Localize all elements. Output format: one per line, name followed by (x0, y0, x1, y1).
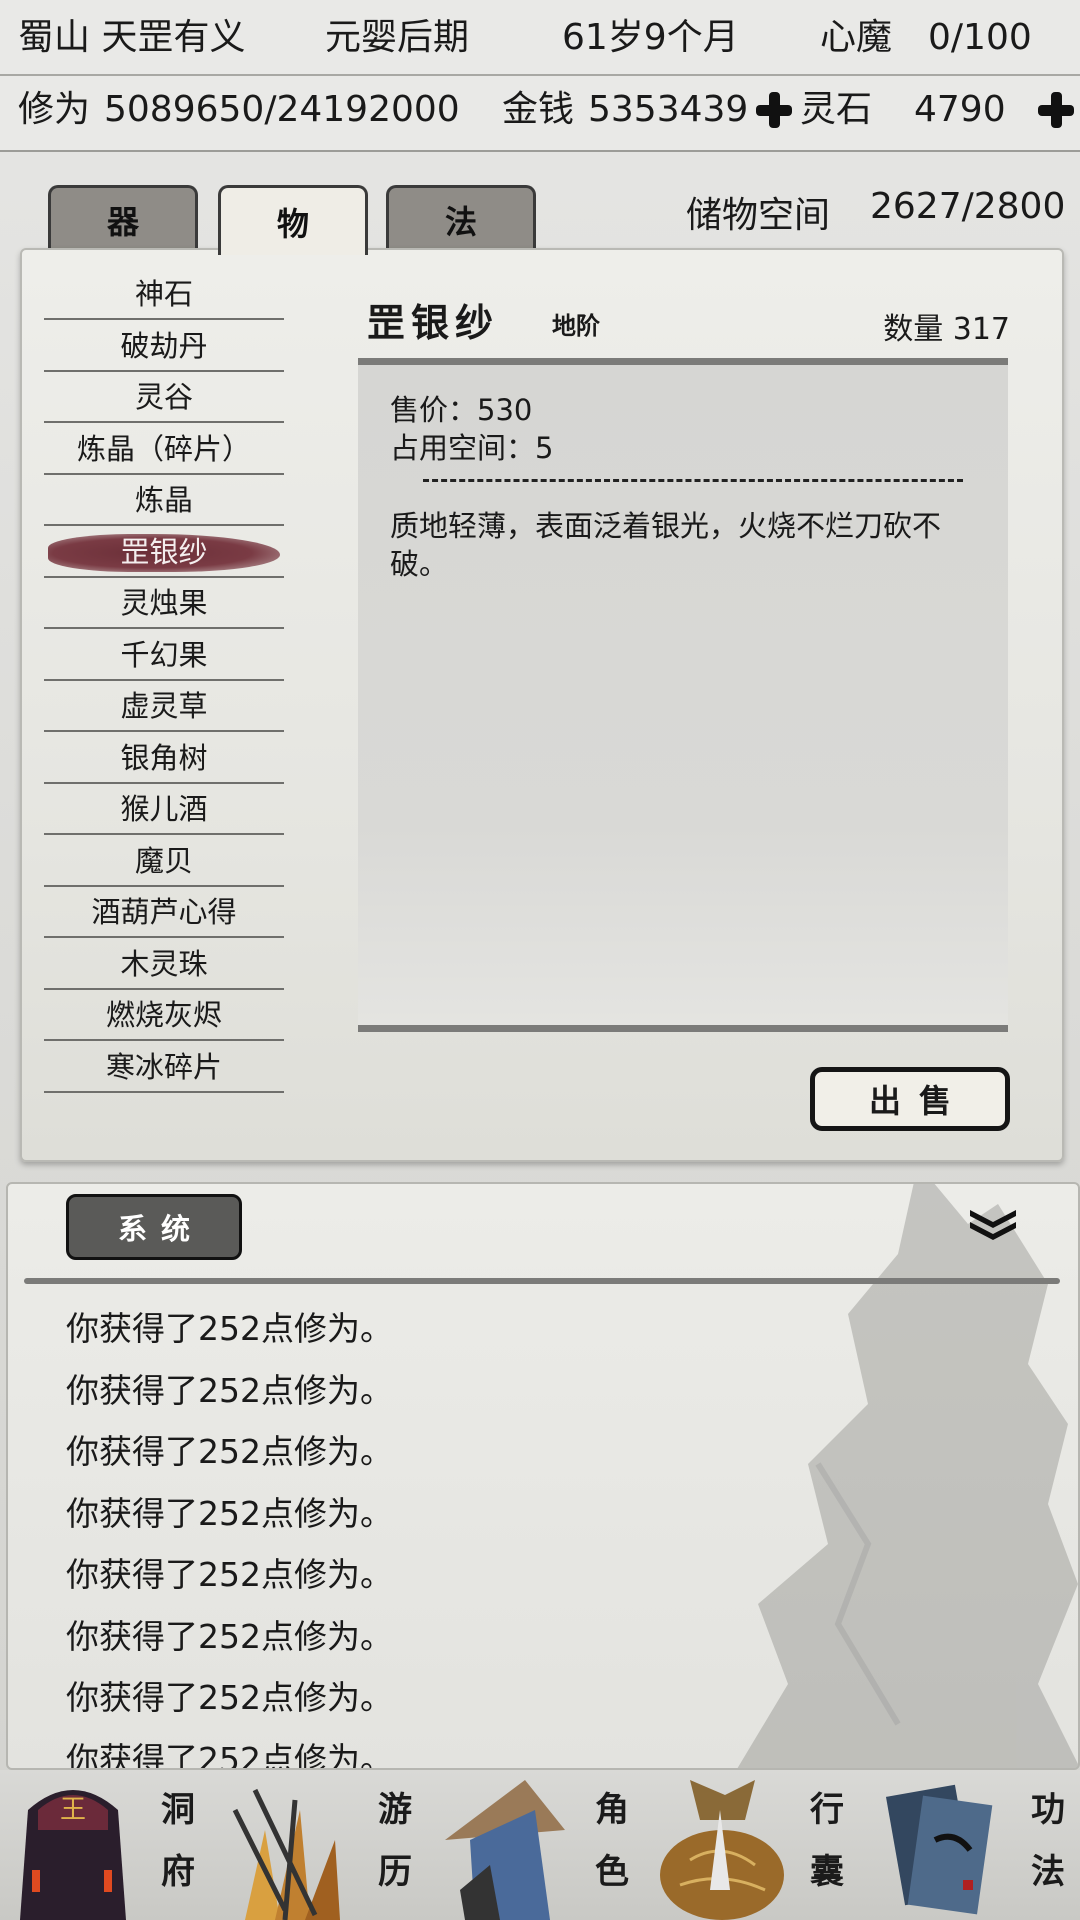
item-list: 神石破劫丹灵谷炼晶（碎片） 炼晶罡银纱灵烛果千幻果虚灵草银角树猴儿酒魔贝酒葫芦心得… (44, 270, 284, 1094)
item-label: 银角树 (120, 740, 208, 775)
item-list-entry[interactable]: 酒葫芦心得 (44, 888, 284, 938)
technique-book-icon (885, 1784, 993, 1915)
item-name: 罡银纱 (367, 300, 500, 345)
log-line: 你获得了252点修为。 (66, 1555, 393, 1594)
money-label: 金钱 (502, 89, 575, 130)
cave-mansion-icon: 王 (20, 1790, 126, 1920)
item-list-entry[interactable]: 炼晶 (44, 476, 284, 526)
item-detail-box: 售价：530 占用空间：5 质地轻薄，表面泛着银光，火烧不烂刀砍不破。 (358, 358, 1008, 1032)
status-bar: 蜀山 天罡有义 元婴后期 61岁9个月 心魔 0/100 修为 5089650/… (0, 0, 1080, 152)
item-label: 炼晶 (134, 483, 193, 517)
storage-value: 2627/2800 (870, 186, 1066, 227)
item-list-entry[interactable]: 神石 (44, 270, 284, 320)
log-line: 你获得了252点修为。 (66, 1616, 393, 1656)
item-list-entry-selected[interactable]: 罡银纱 (44, 528, 284, 578)
item-list-entry[interactable]: 魔贝 (44, 837, 284, 887)
nav-cave-mansion[interactable]: 王 洞 府 (0, 1770, 215, 1920)
item-label: 破劫丹 (120, 328, 208, 363)
cultivation-label: 修为 (18, 89, 91, 130)
nav-label-top: 角 (595, 1790, 629, 1830)
collapse-chevron-icon[interactable] (968, 1206, 1018, 1242)
log-line: 你获得了252点修为。 (66, 1309, 393, 1348)
item-list-entry[interactable]: 虚灵草 (44, 682, 284, 732)
bottom-nav: 王 洞 府 游 历 角 色 行 囊 功 法 (0, 1770, 1080, 1920)
nav-label-bottom: 府 (161, 1852, 195, 1892)
item-label: 罡银纱 (120, 534, 208, 569)
location-text: 蜀山 天罡有义 (18, 17, 246, 58)
log-line: 你获得了252点修为。 (66, 1739, 393, 1770)
system-log-panel: 系统 你获得了252点修为。 你获得了252点修为。 你获得了252点修为。 你获得了… (6, 1182, 1080, 1770)
item-list-entry[interactable]: 炼晶（碎片） (44, 425, 284, 475)
tab-techniques[interactable]: 法 (386, 185, 536, 251)
item-list-entry[interactable]: 木灵珠 (44, 940, 284, 990)
item-price: 售价：530 (390, 393, 533, 427)
nav-techniques[interactable]: 功 法 (860, 1770, 1080, 1920)
tab-equipment[interactable]: 器 (48, 185, 198, 251)
item-quantity: 数量 317 (883, 312, 1010, 347)
travel-icon (232, 1788, 340, 1920)
nav-character[interactable]: 角 色 (430, 1770, 645, 1920)
inventory-panel: 神石 破劫丹 灵谷 炼晶（碎片） 炼晶 罡银纱 灵烛果 千幻果 虚灵草 银角树 猴儿酒 魔贝 酒葫芦心得… (20, 248, 1064, 1162)
item-list-entry[interactable]: 灵烛果 (44, 579, 284, 629)
realm-text: 元婴后期 (325, 17, 470, 58)
tab-items[interactable]: 物 (218, 185, 368, 255)
nav-bag[interactable]: 行 囊 (645, 1770, 860, 1920)
spirit-stone-value: 4790 (914, 89, 1006, 130)
item-list-entry[interactable]: 寒冰碎片 (44, 1043, 284, 1093)
item-label: 寒冰碎片 (105, 1049, 222, 1084)
item-list-entry[interactable]: 灵谷 (44, 373, 284, 423)
item-list-entry[interactable]: 千幻果 (44, 631, 284, 681)
item-label: 灵烛果 (120, 586, 208, 620)
sell-button[interactable]: 出售 (810, 1067, 1010, 1131)
item-label: 虚灵草 (120, 689, 208, 723)
log-line: 你获得了252点修为。 (66, 1370, 393, 1410)
bag-icon (660, 1780, 784, 1920)
item-list-entry[interactable]: 燃烧灰烬 (44, 991, 284, 1041)
log-line: 你获得了252点修为。 (66, 1493, 393, 1533)
heart-demon-label: 心魔 (820, 17, 893, 58)
item-list-entry[interactable]: 破劫丹 (44, 322, 284, 372)
log-line: 你获得了252点修为。 (66, 1678, 393, 1717)
log-lines: 你获得了252点修为。 你获得了252点修为。 你获得了252点修为。 你获得了252… (66, 1298, 393, 1770)
nav-label-bottom: 色 (595, 1852, 629, 1892)
item-description: 质地轻薄，表面泛着银光，火烧不烂刀砍不破。 (390, 509, 942, 581)
item-label: 炼晶（碎片） (76, 431, 251, 466)
nav-label-top: 功 (1031, 1790, 1065, 1830)
age-text: 61岁9个月 (562, 17, 739, 58)
item-label: 酒葫芦心得 (91, 895, 237, 929)
spirit-stone-label: 灵石 (800, 89, 873, 130)
cultivation-value: 5089650/24192000 (104, 89, 460, 130)
item-label: 魔贝 (134, 843, 193, 878)
add-money-icon[interactable] (754, 90, 794, 130)
nav-label-bottom: 囊 (810, 1852, 844, 1892)
nav-label-top: 行 (810, 1790, 844, 1830)
log-line: 你获得了252点修为。 (66, 1432, 393, 1471)
nav-label-bottom: 历 (378, 1852, 412, 1892)
item-label: 猴儿酒 (120, 792, 208, 826)
money-value: 5353439 (588, 89, 749, 130)
add-spirit-stone-icon[interactable] (1036, 90, 1076, 130)
item-label: 神石 (134, 277, 193, 311)
storage-label: 储物空间 (686, 195, 831, 236)
dashed-divider (423, 479, 963, 482)
character-icon (445, 1780, 565, 1920)
item-label: 灵谷 (134, 380, 193, 414)
item-label: 千幻果 (120, 637, 208, 672)
log-divider (24, 1278, 1060, 1284)
item-list-entry[interactable]: 猴儿酒 (44, 785, 284, 835)
nav-label-bottom: 法 (1031, 1852, 1065, 1892)
heart-demon-value: 0/100 (928, 17, 1032, 58)
tab-system-log[interactable]: 系统 (66, 1194, 242, 1260)
item-space: 占用空间：5 (390, 431, 554, 465)
item-label: 燃烧灰烬 (105, 998, 222, 1032)
nav-travel[interactable]: 游 历 (215, 1770, 430, 1920)
status-divider (0, 74, 1080, 76)
ink-mountain-decoration (737, 1184, 1078, 1768)
item-label: 木灵珠 (120, 946, 208, 981)
item-grade: 地阶 (552, 311, 600, 340)
svg-text:王: 王 (60, 1795, 86, 1825)
nav-label-top: 洞 (161, 1790, 195, 1830)
nav-label-top: 游 (378, 1790, 412, 1830)
item-list-entry[interactable]: 银角树 (44, 734, 284, 784)
